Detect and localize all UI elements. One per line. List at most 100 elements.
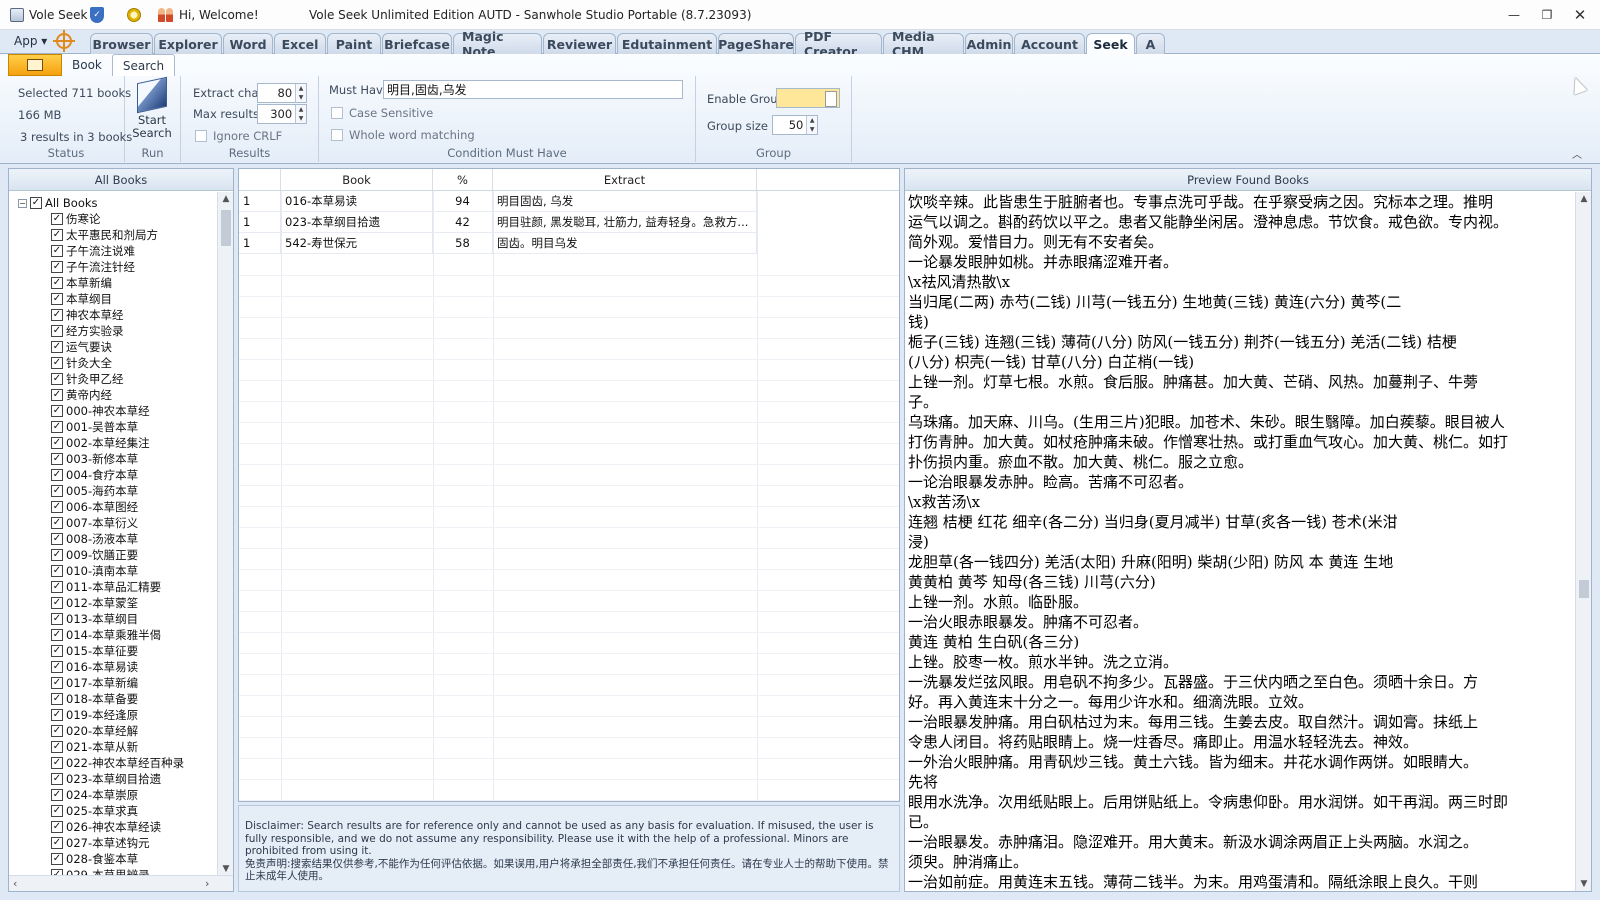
checkbox-checked-icon[interactable]: ✓ <box>51 725 63 737</box>
clock-button[interactable] <box>127 0 141 30</box>
checkbox-checked-icon[interactable]: ✓ <box>51 757 63 769</box>
app-menu-button[interactable]: App ▾ <box>14 34 47 48</box>
checkbox-checked-icon[interactable]: ✓ <box>51 373 63 385</box>
group-size-spinner[interactable]: ▲▼ <box>772 115 818 135</box>
result-cell-n[interactable]: 1 <box>239 212 281 233</box>
tab-media-chm[interactable]: Media CHM <box>883 29 964 59</box>
checkbox-checked-icon[interactable]: ✓ <box>51 581 63 593</box>
checkbox-checked-icon[interactable]: ✓ <box>51 277 63 289</box>
checkbox-checked-icon[interactable]: ✓ <box>51 741 63 753</box>
tab-seek[interactable]: Seek <box>1086 33 1135 55</box>
checkbox-checked-icon[interactable]: ✓ <box>51 309 63 321</box>
collapse-ribbon-icon[interactable]: ︿ <box>1572 146 1582 161</box>
user-welcome[interactable]: Hi, Welcome! <box>158 0 259 30</box>
tree-item[interactable]: ✓ 027-本草述钩元 <box>51 835 150 851</box>
tree-item[interactable]: ✓ 000-神农本草经 <box>51 403 150 419</box>
checkbox-checked-icon[interactable]: ✓ <box>51 245 63 257</box>
tab-briefcase[interactable]: Briefcase <box>382 33 452 54</box>
scroll-down-icon[interactable]: ▼ <box>218 864 233 874</box>
checkbox-checked-icon[interactable]: ✓ <box>51 789 63 801</box>
scroll-left-icon[interactable]: ‹ <box>13 876 17 891</box>
spinner-arrows-icon[interactable]: ▲ ▼ <box>806 116 817 134</box>
tree-item[interactable]: ✓ 017-本草新编 <box>51 675 138 691</box>
tab-admin[interactable]: Admin <box>965 33 1013 54</box>
tree-item[interactable]: ✓ 002-本草经集注 <box>51 435 150 451</box>
crosshair-icon[interactable] <box>53 30 75 52</box>
checkbox-checked-icon[interactable]: ✓ <box>51 213 63 225</box>
checkbox-checked-icon[interactable]: ✓ <box>51 485 63 497</box>
result-cell-n[interactable]: 1 <box>239 233 281 254</box>
tree-horizontal-scrollbar[interactable]: ‹ › <box>9 875 233 891</box>
spinner-arrows-icon[interactable]: ▲ ▼ <box>295 84 306 102</box>
checkbox-checked-icon[interactable]: ✓ <box>51 517 63 529</box>
tree-item[interactable]: ✓ 028-食鉴本草 <box>51 851 138 867</box>
checkbox-checked-icon[interactable]: ✓ <box>51 677 63 689</box>
checkbox-checked-icon[interactable]: ✓ <box>51 709 63 721</box>
result-cell-pct[interactable]: 42 <box>433 212 493 233</box>
tree-item[interactable]: ✓ 011-本草品汇精要 <box>51 579 161 595</box>
checkbox-checked-icon[interactable]: ✓ <box>51 597 63 609</box>
extract-chars-spinner[interactable]: ▲▼ <box>257 83 307 103</box>
checkbox-checked-icon[interactable]: ✓ <box>51 805 63 817</box>
checkbox-checked-icon[interactable]: ✓ <box>51 821 63 833</box>
preview-text[interactable]: 饮啖辛辣。此皆患生于脏腑者也。专事点洗可乎哉。在乎察受病之因。究标本之理。推明运… <box>908 192 1568 891</box>
col-header-extract[interactable]: Extract <box>493 169 757 191</box>
tree-item[interactable]: ✓ 太平惠民和剂局方 <box>51 227 158 243</box>
tree-item[interactable]: ✓ 008-汤液本草 <box>51 531 138 547</box>
checkbox-checked-icon[interactable]: ✓ <box>51 261 63 273</box>
checkbox-checked-icon[interactable]: ✓ <box>51 693 63 705</box>
start-search-button[interactable]: Start Search <box>132 76 172 142</box>
close-button[interactable]: ✕ <box>1566 6 1594 24</box>
checkbox-checked-icon[interactable]: ✓ <box>51 469 63 481</box>
tree-item[interactable]: ✓ 003-新修本草 <box>51 451 138 467</box>
tree-item[interactable]: ✓ 016-本草易读 <box>51 659 138 675</box>
max-results-spinner[interactable]: ▲▼ <box>257 104 307 124</box>
checkbox-checked-icon[interactable]: ✓ <box>51 549 63 561</box>
checkbox-checked-icon[interactable]: ✓ <box>30 197 42 209</box>
col-header-index[interactable] <box>239 169 281 191</box>
tree-item[interactable]: ✓ 010-滇南本草 <box>51 563 138 579</box>
result-cell-pct[interactable]: 58 <box>433 233 493 254</box>
checkbox-checked-icon[interactable]: ✓ <box>51 421 63 433</box>
tab-excel[interactable]: Excel <box>274 33 326 54</box>
minimize-button[interactable]: — <box>1500 6 1528 24</box>
tree-item[interactable]: ✓ 023-本草纲目拾遗 <box>51 771 161 787</box>
tree-item[interactable]: ✓ 子午流注说难 <box>51 243 135 259</box>
checkbox-checked-icon[interactable]: ✓ <box>51 341 63 353</box>
result-cell-extract[interactable]: 固齿。明目乌发 <box>493 233 757 254</box>
checkbox-checked-icon[interactable]: ✓ <box>51 661 63 673</box>
tree-item[interactable]: ✓ 024-本草崇原 <box>51 787 138 803</box>
tab-a[interactable]: A <box>1136 33 1165 54</box>
case-sensitive-checkbox[interactable]: Case Sensitive <box>331 106 433 120</box>
tab-word[interactable]: Word <box>223 33 273 54</box>
scroll-thumb[interactable] <box>221 210 231 246</box>
tab-account[interactable]: Account <box>1014 33 1085 54</box>
tab-reviewer[interactable]: Reviewer <box>543 33 616 54</box>
result-cell-extract[interactable]: 明目固齿, 乌发 <box>493 191 757 212</box>
tree-item[interactable]: ✓ 025-本草求真 <box>51 803 138 819</box>
max-results-input[interactable] <box>258 105 296 123</box>
tree-item[interactable]: ✓ 本草新编 <box>51 275 112 291</box>
tab-edutainment[interactable]: Edutainment <box>617 33 717 54</box>
tab-paint[interactable]: Paint <box>327 33 381 54</box>
result-cell-book[interactable]: 016-本草易读 <box>281 191 433 212</box>
checkbox-checked-icon[interactable]: ✓ <box>51 405 63 417</box>
tree-item[interactable]: ✓ 针灸大全 <box>51 355 112 371</box>
checkbox-checked-icon[interactable]: ✓ <box>51 437 63 449</box>
checkbox-checked-icon[interactable]: ✓ <box>51 357 63 369</box>
tree-item[interactable]: ✓ 005-海药本草 <box>51 483 138 499</box>
group-size-input[interactable] <box>773 116 807 134</box>
tree-item[interactable]: ✓ 006-本草图经 <box>51 499 138 515</box>
tree-item[interactable]: ✓ 007-本草衍义 <box>51 515 138 531</box>
tab-explorer[interactable]: Explorer <box>154 33 222 54</box>
scroll-down-icon[interactable]: ▼ <box>1576 879 1591 889</box>
tab-magic-note[interactable]: Magic Note <box>453 29 542 59</box>
tree-item[interactable]: ✓ 001-吴普本草 <box>51 419 138 435</box>
tree-item[interactable]: ✓ 014-本草乘雅半偈 <box>51 627 161 643</box>
checkbox-checked-icon[interactable]: ✓ <box>51 229 63 241</box>
tree-item[interactable]: ✓ 015-本草征要 <box>51 643 138 659</box>
tree-item[interactable]: ✓ 神农本草经 <box>51 307 124 323</box>
result-cell-pct[interactable]: 94 <box>433 191 493 212</box>
scroll-thumb[interactable] <box>1579 580 1589 598</box>
enable-group-toggle[interactable] <box>776 88 840 108</box>
